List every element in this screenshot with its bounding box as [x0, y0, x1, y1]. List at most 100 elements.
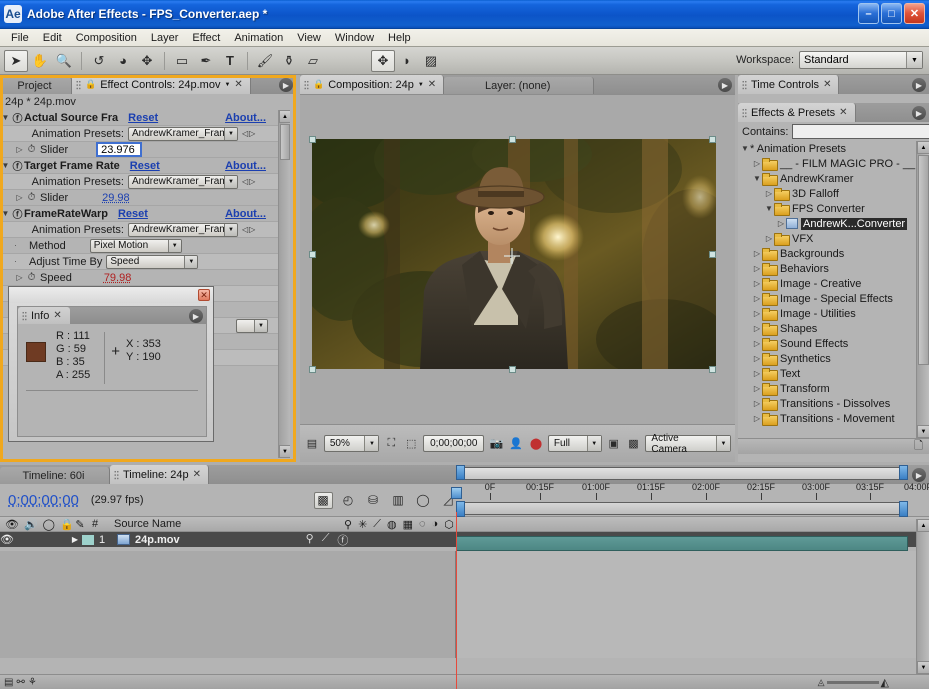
menu-view[interactable]: View — [290, 31, 328, 45]
slider-value-link[interactable]: 29.98 — [102, 192, 130, 204]
navigator-end-handle[interactable] — [899, 465, 908, 480]
disclosure-triangle-icon[interactable]: ▷ — [764, 189, 774, 198]
tree-node-andrewkramer[interactable]: ▼ AndrewKramer — [738, 171, 929, 186]
eraser-tool[interactable]: ▱ — [301, 50, 325, 72]
float-window-titlebar[interactable]: ✕ — [9, 287, 213, 303]
layer-label-color[interactable] — [82, 534, 94, 545]
minimize-button[interactable]: – — [858, 3, 879, 24]
panel-menu-icon[interactable]: ▶ — [279, 78, 293, 92]
timeline-ruler[interactable]: 0F 00:15F 01:00F 01:15F 02:00F 02:15F 03… — [456, 465, 929, 519]
menu-effect[interactable]: Effect — [185, 31, 227, 45]
disclosure-triangle-icon[interactable]: ▷ — [14, 273, 25, 282]
effect-reset-link[interactable]: Reset — [128, 112, 158, 124]
close-icon[interactable]: ✕ — [823, 79, 831, 90]
disclosure-triangle-icon[interactable]: ▷ — [752, 339, 762, 348]
effect-fx-icon[interactable]: ⓕ — [11, 208, 24, 221]
3d-view-icon[interactable]: ▩ — [626, 435, 642, 452]
frame-blend-icon[interactable]: ◌ — [419, 518, 426, 531]
disclosure-triangle-icon[interactable]: ▷ — [764, 234, 774, 243]
next-preset-icon[interactable]: ▷ — [249, 177, 255, 186]
speed-value[interactable]: 79.98 — [104, 272, 132, 284]
quality-icon[interactable]: ⟋ — [322, 532, 330, 548]
zoom-out-icon[interactable]: ◬ — [818, 677, 825, 688]
maximize-button[interactable]: □ — [881, 3, 902, 24]
stopwatch-icon[interactable]: ⏱ — [25, 192, 38, 203]
pan-behind-tool[interactable]: ✥ — [135, 50, 159, 72]
collapse-icon[interactable]: ⟋ — [373, 518, 381, 531]
selection-handle-br[interactable] — [709, 366, 716, 373]
effect-group-header[interactable]: ▼ ⓕ Actual Source Fra Reset About... — [0, 110, 290, 126]
effect-fx-icon[interactable]: ⓕ — [11, 160, 24, 173]
timeline-layers-empty-area[interactable] — [0, 551, 456, 658]
scroll-down-icon[interactable]: ▼ — [917, 425, 929, 438]
audio-icon[interactable]: 🔊 — [24, 518, 38, 531]
selection-handle-bl[interactable] — [309, 366, 316, 373]
effects-icon[interactable]: ⓕ — [337, 532, 348, 548]
disclosure-triangle-icon[interactable]: ▷ — [752, 324, 762, 333]
selection-handle-mr[interactable] — [709, 251, 716, 258]
lock-icon[interactable]: 🔒 — [85, 79, 96, 90]
menu-file[interactable]: File — [4, 31, 36, 45]
disclosure-triangle-icon[interactable]: ▷ — [752, 354, 762, 363]
tree-node-synthetics[interactable]: ▷ Synthetics — [738, 351, 929, 366]
anchor-icon[interactable]: ⚲ — [306, 532, 314, 548]
disclosure-triangle-icon[interactable]: ▶ — [68, 535, 82, 544]
eye-icon[interactable]: 👁 — [0, 533, 14, 546]
mask-outline-icon[interactable]: ⬚ — [403, 435, 419, 452]
comp-flowchart-icon[interactable]: ⚯ — [16, 677, 24, 688]
resolution-dropdown[interactable]: Full ▼ — [547, 435, 602, 452]
prev-preset-icon[interactable]: ◁ — [242, 129, 248, 138]
tree-node-transitions-dissolves[interactable]: ▷ Transitions - Dissolves — [738, 396, 929, 411]
zoom-in-icon[interactable]: ◭ — [881, 676, 889, 689]
disclosure-triangle-icon[interactable]: ▷ — [752, 159, 762, 168]
animation-presets-dropdown[interactable]: AndrewKramer_Fram ▼ — [128, 222, 238, 237]
camera-view-dropdown[interactable]: Active Camera ▼ — [645, 433, 731, 455]
anchor-icon[interactable]: ⚲ — [344, 518, 352, 531]
tree-node-transitions-movement[interactable]: ▷ Transitions - Movement — [738, 411, 929, 426]
method-dropdown[interactable]: Pixel Motion ▼ — [89, 238, 182, 253]
composition-timecode[interactable]: 0;00;00;00 — [423, 435, 485, 452]
close-icon[interactable]: ✕ — [53, 310, 61, 321]
prev-preset-icon[interactable]: ◁ — [242, 225, 248, 234]
cti-head-icon[interactable] — [451, 487, 462, 499]
tree-node-vfx[interactable]: ▷ VFX — [738, 231, 929, 246]
menu-composition[interactable]: Composition — [69, 31, 144, 45]
scroll-up-icon[interactable]: ▲ — [917, 141, 929, 154]
disclosure-triangle-icon[interactable]: ▼ — [752, 174, 762, 183]
solo-icon[interactable]: ◯ — [43, 518, 55, 531]
label-color-icon[interactable]: ✎ — [68, 518, 92, 531]
tree-node-film-magic-pro[interactable]: ▷ __ - FILM MAGIC PRO - __ — [738, 156, 929, 171]
disclosure-triangle-icon[interactable]: ▷ — [14, 145, 25, 154]
disclosure-triangle-icon[interactable]: ▼ — [740, 144, 750, 153]
work-area-bar[interactable] — [458, 502, 906, 515]
effect-about-link[interactable]: About... — [225, 112, 266, 124]
hidden-dropdown[interactable]: ▼ — [236, 318, 268, 333]
preset-nav-arrows[interactable]: ◁ ▷ — [242, 129, 255, 138]
monitor-icon[interactable]: ▤ — [304, 435, 320, 452]
tree-node-sound-effects[interactable]: ▷ Sound Effects — [738, 336, 929, 351]
puppet-pin-tool[interactable]: ✥ — [371, 49, 395, 72]
scroll-down-icon[interactable]: ▼ — [917, 661, 929, 674]
pen-tool[interactable]: ✒ — [194, 50, 218, 72]
menu-help[interactable]: Help — [381, 31, 418, 45]
chevron-down-icon[interactable]: ▼ — [418, 82, 424, 88]
panel-menu-icon[interactable]: ▶ — [189, 309, 203, 323]
scroll-down-icon[interactable]: ▼ — [279, 445, 290, 458]
next-preset-icon[interactable]: ▷ — [249, 225, 255, 234]
tab-effects-presets[interactable]: Effects & Presets ✕ — [738, 103, 856, 122]
zoom-tool[interactable]: 🔍 — [52, 50, 76, 72]
scroll-up-icon[interactable]: ▲ — [917, 519, 929, 532]
toggle-switches-modes-icon[interactable]: ▤ — [4, 677, 13, 688]
tree-node-3d-falloff[interactable]: ▷ 3D Falloff — [738, 186, 929, 201]
disclosure-triangle-icon[interactable]: ▷ — [776, 219, 786, 228]
orbit-camera-tool[interactable]: ◕ — [111, 50, 135, 72]
new-folder-icon[interactable]: 🗋 — [914, 437, 923, 456]
tree-node-andrewk-converter[interactable]: ▷ AndrewK...Converter — [738, 216, 929, 231]
tab-time-controls[interactable]: Time Controls ✕ — [738, 75, 840, 94]
animation-presets-dropdown[interactable]: AndrewKramer_Fram ▼ — [128, 126, 238, 141]
prev-preset-icon[interactable]: ◁ — [242, 177, 248, 186]
shy-icon[interactable]: ✳ — [358, 518, 367, 531]
disclosure-triangle-icon[interactable]: ▷ — [752, 264, 762, 273]
disclosure-triangle-icon[interactable]: ▷ — [752, 369, 762, 378]
eye-icon[interactable]: 👁 — [5, 518, 19, 531]
